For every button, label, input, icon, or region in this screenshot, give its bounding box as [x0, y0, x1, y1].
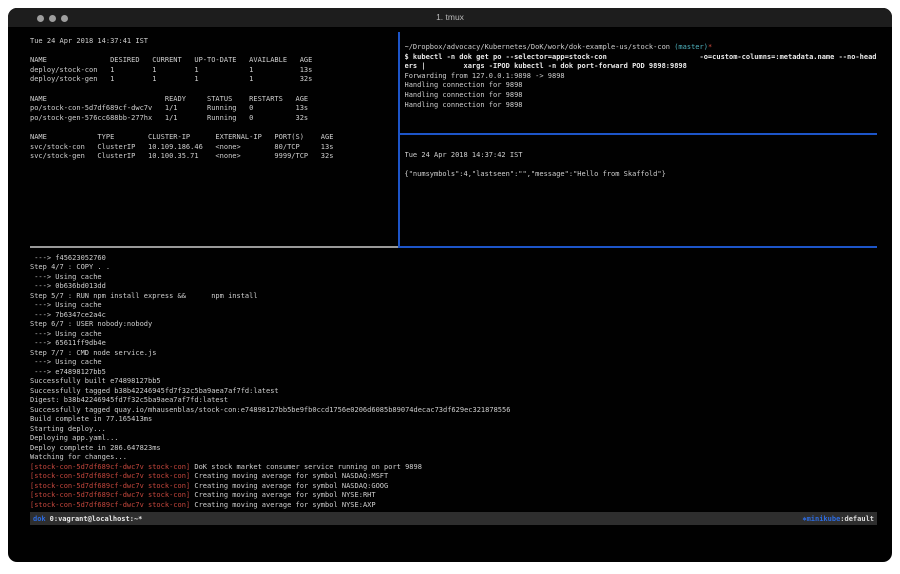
- blank-line: [30, 85, 398, 95]
- build-line: Successfully tagged b38b42246945fd7f32c5…: [30, 387, 877, 397]
- build-line: Step 6/7 : USER nobody:nobody: [30, 320, 877, 330]
- window-tab-active[interactable]: 0:vagrant@localhost:~*: [50, 515, 143, 523]
- git-branch-label: (master): [674, 43, 708, 51]
- pod-log-line: [stock-con-5d7df689cf-dwc7v stock-con] C…: [30, 472, 877, 482]
- status-bar-right: ⎈ minikube :default: [802, 515, 874, 523]
- output-line: Handling connection for 9898: [405, 101, 878, 111]
- pod-log-prefix: [stock-con-5d7df689cf-dwc7v stock-con]: [30, 463, 190, 471]
- pod-log-line: [stock-con-5d7df689cf-dwc7v stock-con] C…: [30, 482, 877, 492]
- timestamp-line: Tue 24 Apr 2018 14:37:42 IST: [405, 151, 878, 161]
- window-titlebar[interactable]: 1. tmux: [8, 8, 892, 28]
- pod-log-prefix: [stock-con-5d7df689cf-dwc7v stock-con]: [30, 491, 190, 499]
- build-line: ---> f45623052760: [30, 254, 877, 264]
- build-line: ---> Using cache: [30, 358, 877, 368]
- top-pane-region: Tue 24 Apr 2018 14:37:41 IST NAME DESIRE…: [30, 32, 877, 246]
- build-line: Digest: b38b42246945fd7f32c5ba9aea7af7fd…: [30, 396, 877, 406]
- deploy-table-row: deploy/stock-con 1 1 1 1 13s: [30, 66, 398, 76]
- output-line: Handling connection for 9898: [405, 81, 878, 91]
- deploy-table-header: NAME DESIRED CURRENT UP-TO-DATE AVAILABL…: [30, 56, 398, 66]
- kube-context-label: minikube: [807, 515, 841, 523]
- pod-log-line: [stock-con-5d7df689cf-dwc7v stock-con] D…: [30, 463, 877, 473]
- pane-skaffold-build[interactable]: ---> f45623052760 Step 4/7 : COPY . . --…: [30, 248, 877, 512]
- tmux-terminal: Tue 24 Apr 2018 14:37:41 IST NAME DESIRE…: [30, 32, 877, 562]
- build-line: Deploying app.yaml...: [30, 434, 877, 444]
- status-bar-left: dok 0:vagrant@localhost:~*: [33, 515, 142, 523]
- output-line: Forwarding from 127.0.0.1:9898 -> 9898: [405, 72, 878, 82]
- pod-log-message: Creating moving average for symbol NYSE:…: [190, 501, 375, 509]
- build-line: ---> 7b6347ce2a4c: [30, 311, 877, 321]
- blank-line: [30, 47, 398, 57]
- build-line: ---> 65611ff9db4e: [30, 339, 877, 349]
- service-table-row: svc/stock-con ClusterIP 10.109.186.46 <n…: [30, 143, 398, 153]
- pane-port-forward[interactable]: ~/Dropbox/advocacy/Kubernetes/DoK/work/d…: [400, 32, 878, 133]
- build-line: Build complete in 77.165413ms: [30, 415, 877, 425]
- session-name-label: dok: [33, 515, 46, 523]
- timestamp-line: Tue 24 Apr 2018 14:37:41 IST: [30, 37, 398, 47]
- pod-table-row: po/stock-gen-576cc688bb-277hx 1/1 Runnin…: [30, 114, 398, 124]
- cwd-path: ~/Dropbox/advocacy/Kubernetes/DoK/work/d…: [405, 43, 675, 51]
- pod-log-message: Creating moving average for symbol NASDA…: [190, 482, 388, 490]
- build-line: ---> Using cache: [30, 273, 877, 283]
- terminal-window: 1. tmux Tue 24 Apr 2018 14:37:41 IST NAM…: [8, 8, 892, 562]
- right-pane-stack: ~/Dropbox/advocacy/Kubernetes/DoK/work/d…: [400, 32, 878, 246]
- build-line: Successfully built e74898127bb5: [30, 377, 877, 387]
- pod-log-message: Creating moving average for symbol NYSE:…: [190, 491, 375, 499]
- pod-log-prefix: [stock-con-5d7df689cf-dwc7v stock-con]: [30, 482, 190, 490]
- pod-log-prefix: [stock-con-5d7df689cf-dwc7v stock-con]: [30, 501, 190, 509]
- build-line: Watching for changes...: [30, 453, 877, 463]
- command-line: $ kubectl -n dok get po --selector=app=s…: [405, 53, 878, 63]
- pod-table-header: NAME READY STATUS RESTARTS AGE: [30, 95, 398, 105]
- build-line: Starting deploy...: [30, 425, 877, 435]
- build-line: Deploy complete in 286.647823ms: [30, 444, 877, 454]
- build-line: Successfully tagged quay.io/mhausenblas/…: [30, 406, 877, 416]
- kube-namespace-label: :default: [840, 515, 874, 523]
- build-line: ---> 0b636bd013dd: [30, 282, 877, 292]
- pod-log-prefix: [stock-con-5d7df689cf-dwc7v stock-con]: [30, 472, 190, 480]
- build-line: Step 7/7 : CMD node service.js: [30, 349, 877, 359]
- git-dirty-marker: *: [708, 43, 712, 51]
- build-line: ---> Using cache: [30, 330, 877, 340]
- service-table-row: svc/stock-gen ClusterIP 10.100.35.71 <no…: [30, 152, 398, 162]
- build-line: ---> e74898127bb5: [30, 368, 877, 378]
- tmux-status-bar: dok 0:vagrant@localhost:~* ⎈ minikube :d…: [30, 512, 877, 525]
- json-response-line: {"numsymbols":4,"lastseen":"","message":…: [405, 170, 878, 180]
- output-line: Handling connection for 9898: [405, 91, 878, 101]
- window-title: 1. tmux: [8, 12, 892, 22]
- command-line-wrap: ers | xargs -IPOD kubectl -n dok port-fo…: [405, 62, 878, 72]
- service-table-header: NAME TYPE CLUSTER-IP EXTERNAL-IP PORT(S)…: [30, 133, 398, 143]
- blank-line: [30, 123, 398, 133]
- pod-log-line: [stock-con-5d7df689cf-dwc7v stock-con] C…: [30, 491, 877, 501]
- deploy-table-row: deploy/stock-gen 1 1 1 1 32s: [30, 75, 398, 85]
- build-line: Step 5/7 : RUN npm install express && np…: [30, 292, 877, 302]
- pane-curl-output[interactable]: Tue 24 Apr 2018 14:37:42 IST {"numsymbol…: [400, 135, 878, 247]
- build-line: Step 4/7 : COPY . .: [30, 263, 877, 273]
- pod-log-message: Creating moving average for symbol NASDA…: [190, 472, 388, 480]
- pod-log-message: DoK stock market consumer service runnin…: [190, 463, 422, 471]
- shell-path-line: ~/Dropbox/advocacy/Kubernetes/DoK/work/d…: [405, 43, 878, 53]
- build-line: ---> Using cache: [30, 301, 877, 311]
- pod-log-line: [stock-con-5d7df689cf-dwc7v stock-con] C…: [30, 501, 877, 511]
- blank-line: [405, 160, 878, 170]
- pod-table-row: po/stock-con-5d7df689cf-dwc7v 1/1 Runnin…: [30, 104, 398, 114]
- pane-kubectl-watch[interactable]: Tue 24 Apr 2018 14:37:41 IST NAME DESIRE…: [30, 32, 398, 246]
